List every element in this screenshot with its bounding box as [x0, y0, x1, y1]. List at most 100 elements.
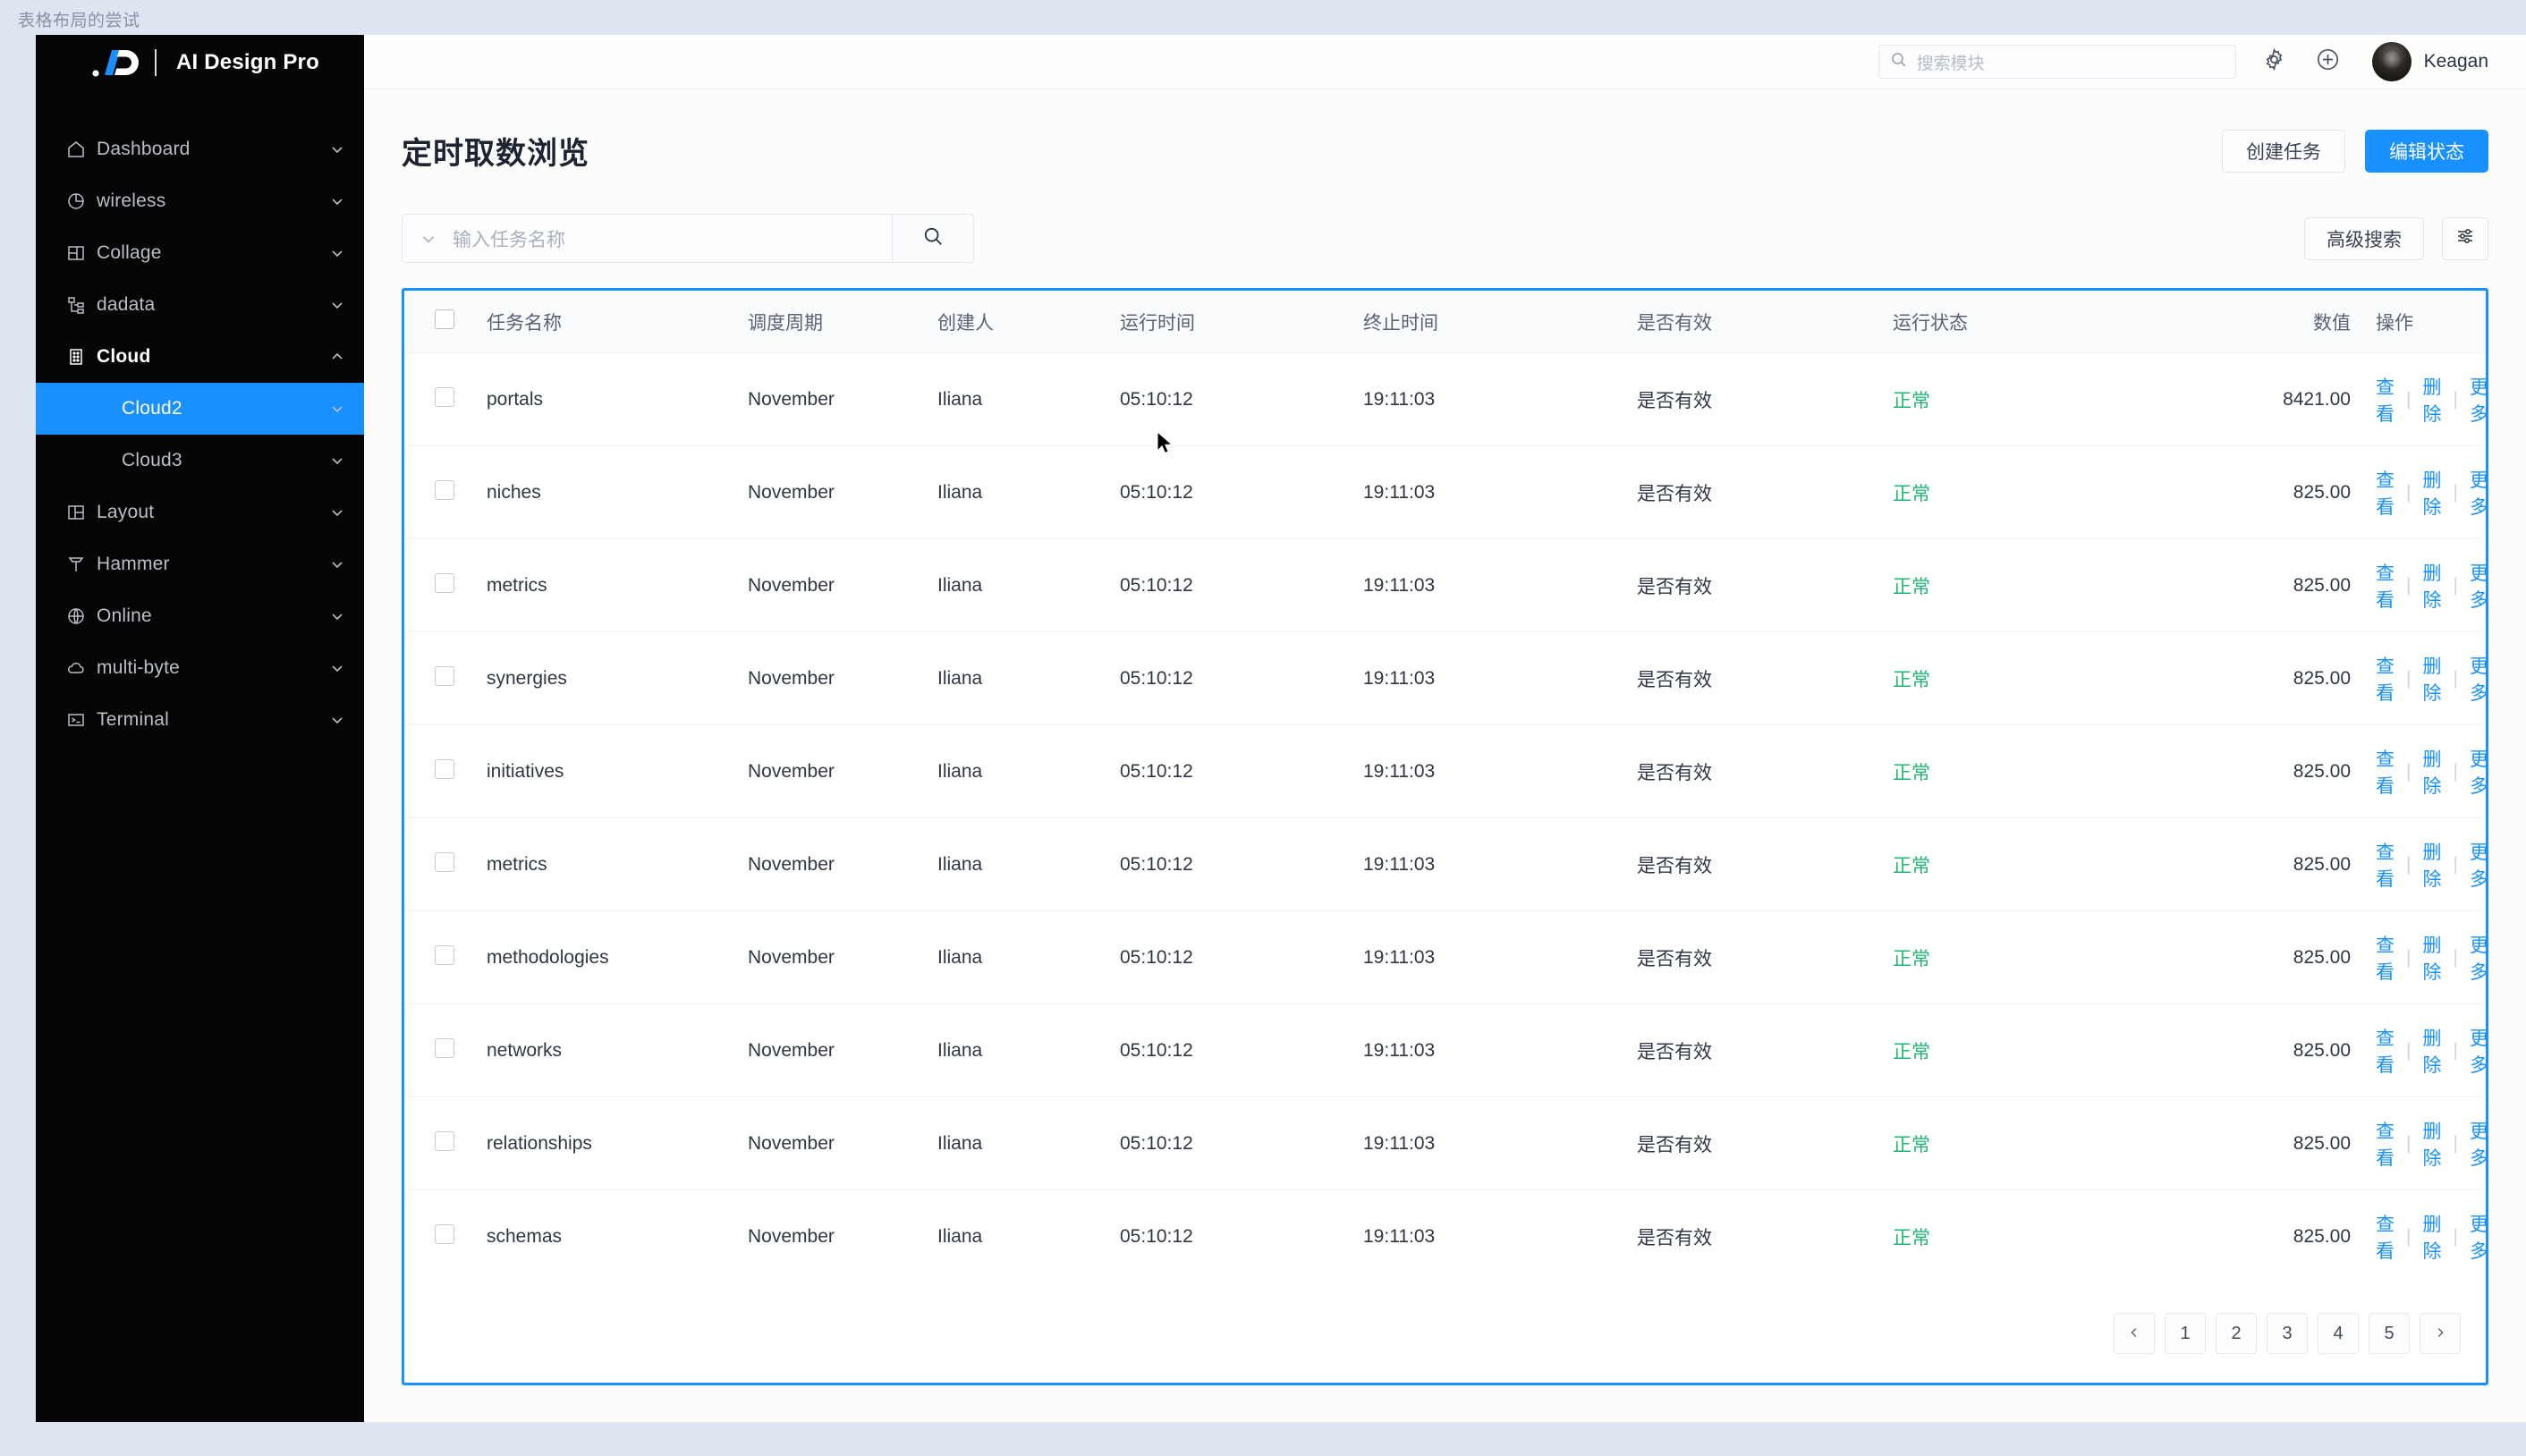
task-search-button[interactable] [892, 214, 974, 263]
plus-circle-icon [2316, 47, 2340, 76]
sidebar-item-wireless[interactable]: wireless [36, 175, 364, 227]
pagination-next[interactable] [2420, 1313, 2461, 1354]
view-link[interactable]: 查看 [2376, 373, 2395, 427]
row-checkbox[interactable] [435, 1224, 454, 1244]
cell-valid: 是否有效 [1637, 1096, 1893, 1190]
sidebar-item-cloud2[interactable]: Cloud2 [36, 383, 364, 435]
more-link[interactable]: 更多 [2470, 1117, 2488, 1171]
create-task-button[interactable]: 创建任务 [2222, 129, 2345, 173]
settings-button[interactable] [2254, 41, 2295, 82]
col-header-value[interactable]: 数值 [2154, 291, 2376, 353]
sidebar-item-label: Cloud [97, 346, 151, 367]
col-header-name[interactable]: 任务名称 [487, 291, 748, 353]
delete-link[interactable]: 删除 [2422, 1117, 2441, 1171]
col-header-endtime[interactable]: 终止时间 [1363, 291, 1637, 353]
sidebar-nav: Dashboard wireless Collage dadata Cloud … [36, 123, 364, 746]
row-checkbox[interactable] [435, 1038, 454, 1058]
add-button[interactable] [2308, 41, 2349, 82]
row-checkbox[interactable] [435, 387, 454, 407]
row-checkbox[interactable] [435, 1131, 454, 1151]
view-link[interactable]: 查看 [2376, 652, 2395, 706]
row-select-cell [404, 1190, 487, 1283]
pagination-page-5[interactable]: 5 [2369, 1313, 2410, 1354]
more-link[interactable]: 更多 [2470, 1024, 2488, 1078]
delete-link[interactable]: 删除 [2422, 838, 2441, 892]
cell-valid: 是否有效 [1637, 352, 1893, 446]
pagination-page-4[interactable]: 4 [2318, 1313, 2359, 1354]
sidebar-item-label: Hammer [97, 554, 170, 574]
sidebar-item-multi-byte[interactable]: multi-byte [36, 642, 364, 694]
view-link[interactable]: 查看 [2376, 1024, 2395, 1078]
pagination-prev[interactable] [2114, 1313, 2155, 1354]
more-link[interactable]: 更多 [2470, 838, 2488, 892]
task-search-input[interactable]: 输入任务名称 [402, 214, 892, 263]
delete-link[interactable]: 删除 [2422, 466, 2441, 520]
more-link[interactable]: 更多 [2470, 559, 2488, 613]
col-header-valid[interactable]: 是否有效 [1637, 291, 1893, 353]
sidebar-item-layout[interactable]: Layout [36, 487, 364, 538]
sidebar-item-online[interactable]: Online [36, 590, 364, 642]
user-menu[interactable]: Keagan [2371, 42, 2488, 81]
delete-link[interactable]: 删除 [2422, 1024, 2441, 1078]
delete-link[interactable]: 删除 [2422, 373, 2441, 427]
advanced-search-button[interactable]: 高级搜索 [2304, 216, 2424, 260]
view-link[interactable]: 查看 [2376, 466, 2395, 520]
sidebar-item-dadata[interactable]: dadata [36, 279, 364, 331]
row-checkbox[interactable] [435, 666, 454, 686]
sidebar-item-cloud3[interactable]: Cloud3 [36, 435, 364, 487]
row-checkbox[interactable] [435, 759, 454, 779]
gear-icon [2262, 47, 2286, 76]
table-header-row: 任务名称 调度周期 创建人 运行时间 终止时间 是否有效 运行状态 数值 操作 [404, 291, 2486, 353]
more-link[interactable]: 更多 [2470, 652, 2488, 706]
pagination-page-3[interactable]: 3 [2267, 1313, 2308, 1354]
delete-link[interactable]: 删除 [2422, 652, 2441, 706]
sidebar-item-collage[interactable]: Collage [36, 227, 364, 279]
edit-status-button[interactable]: 编辑状态 [2365, 129, 2488, 173]
cell-status: 正常 [1893, 1190, 2154, 1283]
delete-link[interactable]: 删除 [2422, 745, 2441, 799]
select-all-checkbox[interactable] [435, 309, 454, 329]
row-select-cell [404, 817, 487, 911]
col-header-cycle[interactable]: 调度周期 [748, 291, 937, 353]
row-checkbox[interactable] [435, 573, 454, 593]
sidebar-item-cloud[interactable]: Cloud [36, 331, 364, 383]
sidebar-item-label: Dashboard [97, 139, 191, 159]
delete-link[interactable]: 删除 [2422, 559, 2441, 613]
globe-icon [66, 606, 97, 626]
pagination-page-1[interactable]: 1 [2165, 1313, 2206, 1354]
view-link[interactable]: 查看 [2376, 1210, 2395, 1264]
view-link[interactable]: 查看 [2376, 1117, 2395, 1171]
more-link[interactable]: 更多 [2470, 466, 2488, 520]
cell-valid: 是否有效 [1637, 910, 1893, 1004]
cell-valid: 是否有效 [1637, 631, 1893, 725]
view-link[interactable]: 查看 [2376, 838, 2395, 892]
sidebar-item-terminal[interactable]: Terminal [36, 694, 364, 746]
sidebar-item-dashboard[interactable]: Dashboard [36, 123, 364, 175]
row-checkbox[interactable] [435, 480, 454, 500]
cell-value: 825.00 [2293, 1226, 2351, 1247]
row-checkbox[interactable] [435, 852, 454, 872]
view-link[interactable]: 查看 [2376, 559, 2395, 613]
more-link[interactable]: 更多 [2470, 1210, 2488, 1264]
table-card: 任务名称 调度周期 创建人 运行时间 终止时间 是否有效 运行状态 数值 操作 … [402, 288, 2488, 1385]
pagination-page-2[interactable]: 2 [2216, 1313, 2257, 1354]
sidebar-item-hammer[interactable]: Hammer [36, 538, 364, 590]
more-link[interactable]: 更多 [2470, 745, 2488, 799]
col-header-status[interactable]: 运行状态 [1893, 291, 2154, 353]
status-badge: 正常 [1893, 391, 1930, 411]
view-link[interactable]: 查看 [2376, 745, 2395, 799]
delete-link[interactable]: 删除 [2422, 1210, 2441, 1264]
brand-name: AI Design Pro [176, 49, 319, 74]
delete-link[interactable]: 删除 [2422, 931, 2441, 985]
row-checkbox[interactable] [435, 945, 454, 965]
more-link[interactable]: 更多 [2470, 931, 2488, 985]
view-link[interactable]: 查看 [2376, 931, 2395, 985]
col-header-runtime[interactable]: 运行时间 [1120, 291, 1363, 353]
chevron-down-icon[interactable] [420, 231, 437, 247]
more-link[interactable]: 更多 [2470, 373, 2488, 427]
search-input[interactable]: 搜索模块 [1878, 45, 2236, 79]
column-settings-button[interactable] [2442, 216, 2488, 260]
col-header-creator[interactable]: 创建人 [937, 291, 1120, 353]
app-window: AI Design Pro Dashboard wireless Collage… [36, 35, 2526, 1422]
search-placeholder: 搜索模块 [1916, 54, 1985, 73]
